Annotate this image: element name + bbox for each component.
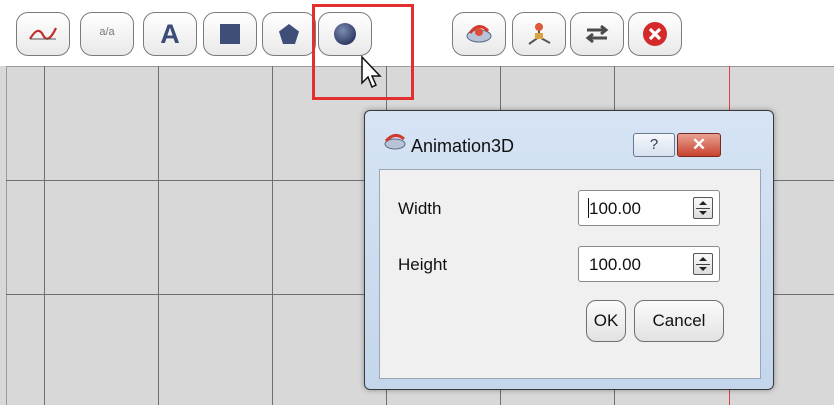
animation3d-icon — [466, 25, 492, 43]
width-value[interactable]: 100.00 — [589, 199, 641, 219]
close-circle-icon — [643, 22, 667, 46]
swap-arrows-icon — [585, 24, 609, 44]
help-button[interactable]: ? — [633, 133, 675, 157]
square-icon — [220, 24, 240, 44]
dialog-title: Animation3D — [411, 136, 515, 156]
graph-curve-icon — [29, 27, 57, 40]
text-a-icon: A — [160, 19, 180, 49]
cancel-button[interactable]: Cancel — [634, 300, 724, 342]
dialog-body: Width 100.00 Height 100.00 OK Cancel — [379, 169, 761, 379]
grid-line — [44, 66, 45, 405]
width-label: Width — [398, 199, 442, 218]
mouse-cursor-icon — [361, 55, 382, 89]
height-label: Height — [398, 255, 448, 274]
height-spinbox[interactable]: 100.00 — [578, 246, 720, 282]
function-graph-tool[interactable] — [16, 12, 70, 56]
swap-tool[interactable] — [570, 12, 624, 56]
up-arrow-icon[interactable] — [699, 201, 707, 205]
up-arrow-icon[interactable] — [699, 257, 707, 261]
close-button[interactable]: ✕ — [677, 133, 721, 157]
pentagon-tool[interactable] — [262, 12, 316, 56]
down-arrow-icon[interactable] — [699, 267, 707, 271]
fraction-tool[interactable]: a/a — [80, 12, 134, 56]
animation3d-tool[interactable] — [452, 12, 506, 56]
pentagon-icon — [279, 24, 299, 44]
text-tool[interactable]: A — [143, 12, 197, 56]
ok-button[interactable]: OK — [586, 300, 626, 342]
down-arrow-icon[interactable] — [699, 211, 707, 215]
animation3d-dialog: Animation3D ? ✕ Width 100.00 Height 100.… — [364, 110, 774, 390]
grid-line — [158, 66, 159, 405]
height-spin-arrows[interactable] — [693, 253, 713, 275]
rectangle-tool[interactable] — [203, 12, 257, 56]
axes3d-tool[interactable] — [512, 12, 566, 56]
width-spinbox[interactable]: 100.00 — [578, 190, 720, 226]
axes3d-icon — [528, 23, 551, 45]
grid-line — [272, 66, 273, 405]
width-spin-arrows[interactable] — [693, 197, 713, 219]
delete-tool[interactable] — [628, 12, 682, 56]
fraction-icon: a/a — [99, 26, 115, 38]
animation3d-icon — [384, 134, 406, 150]
height-value[interactable]: 100.00 — [589, 255, 641, 275]
toolbar: a/a A — [0, 0, 834, 66]
